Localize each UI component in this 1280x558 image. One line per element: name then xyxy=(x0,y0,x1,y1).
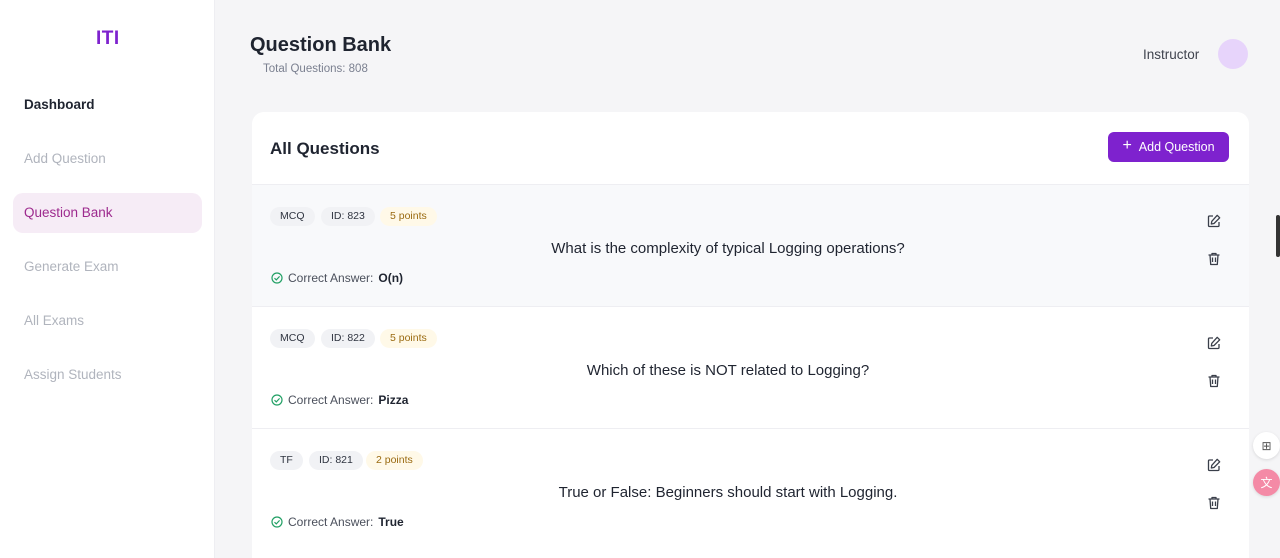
sidebar-item-add-question[interactable]: Add Question xyxy=(13,139,202,179)
trash-icon[interactable] xyxy=(1206,251,1222,267)
correct-answer: Correct Answer: True xyxy=(271,515,404,529)
correct-answer-value: True xyxy=(378,515,404,529)
trash-icon[interactable] xyxy=(1206,373,1222,389)
question-points-badge: 2 points xyxy=(366,451,423,470)
question-id-badge: ID: 821 xyxy=(309,451,363,470)
plus-icon: + xyxy=(1122,137,1132,154)
question-text: Which of these is NOT related to Logging… xyxy=(586,362,870,379)
scrollbar-thumb[interactable] xyxy=(1276,215,1280,257)
total-questions-count: Total Questions: 808 xyxy=(263,63,368,75)
check-circle-icon xyxy=(271,394,283,406)
questions-card: All Questions + Add Question MCQ ID: 823… xyxy=(252,112,1249,558)
question-type-badge: MCQ xyxy=(270,207,315,226)
question-type-badge: TF xyxy=(270,451,303,470)
question-points-badge: 5 points xyxy=(380,329,437,348)
question-row: TF ID: 821 2 points True or False: Begin… xyxy=(252,428,1249,550)
page-title: Question Bank xyxy=(250,34,392,56)
question-text: What is the complexity of typical Loggin… xyxy=(551,240,905,257)
question-type-badge: MCQ xyxy=(270,329,315,348)
question-row: MCQ ID: 822 5 points Which of these is N… xyxy=(252,306,1249,428)
logo[interactable]: ITI xyxy=(96,28,120,50)
check-circle-icon xyxy=(271,516,283,528)
sidebar-item-all-exams[interactable]: All Exams xyxy=(13,301,202,341)
correct-answer-value: Pizza xyxy=(378,393,409,407)
add-question-label: Add Question xyxy=(1138,140,1215,154)
correct-answer-label: Correct Answer: xyxy=(288,393,374,407)
sidebar-item-assign-students[interactable]: Assign Students xyxy=(13,355,202,395)
edit-icon[interactable] xyxy=(1206,457,1222,473)
question-text: True or False: Beginners should start wi… xyxy=(558,484,898,501)
edit-icon[interactable] xyxy=(1206,335,1222,351)
question-id-badge: ID: 822 xyxy=(321,329,375,348)
translate-icon[interactable]: 文 xyxy=(1253,469,1280,496)
user-name[interactable]: Instructor xyxy=(1143,47,1199,62)
correct-answer-label: Correct Answer: xyxy=(288,271,374,285)
card-title: All Questions xyxy=(270,139,380,158)
trash-icon[interactable] xyxy=(1206,495,1222,511)
sidebar-item-dashboard[interactable]: Dashboard xyxy=(13,85,202,125)
question-row: MCQ ID: 823 5 points What is the complex… xyxy=(252,184,1249,306)
edit-icon[interactable] xyxy=(1206,213,1222,229)
add-question-button[interactable]: + Add Question xyxy=(1108,132,1229,162)
sidebar: ITI Dashboard Add Question Question Bank… xyxy=(0,0,215,558)
correct-answer-label: Correct Answer: xyxy=(288,515,374,529)
correct-answer-value: O(n) xyxy=(378,271,404,285)
question-points-badge: 5 points xyxy=(380,207,437,226)
correct-answer: Correct Answer: O(n) xyxy=(271,271,403,285)
avatar[interactable] xyxy=(1218,39,1248,69)
sidebar-item-question-bank[interactable]: Question Bank xyxy=(13,193,202,233)
sidebar-item-generate-exam[interactable]: Generate Exam xyxy=(13,247,202,287)
question-id-badge: ID: 823 xyxy=(321,207,375,226)
apps-icon[interactable]: ⊞ xyxy=(1253,432,1280,459)
check-circle-icon xyxy=(271,272,283,284)
correct-answer: Correct Answer: Pizza xyxy=(271,393,408,407)
